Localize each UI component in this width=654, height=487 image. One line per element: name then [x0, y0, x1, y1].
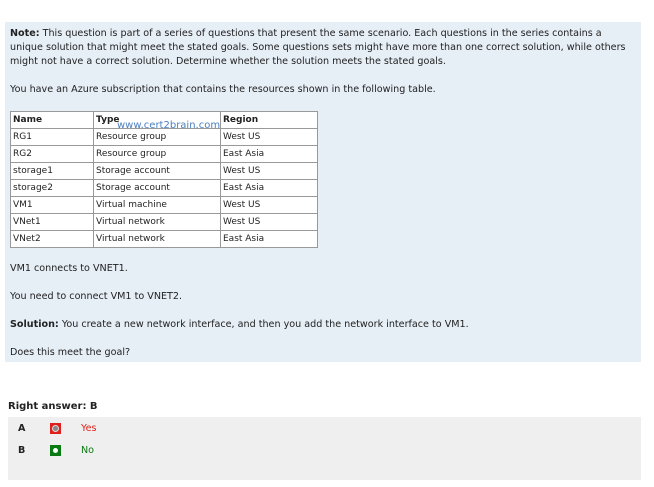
note: Note: This question is part of a series …: [10, 28, 626, 67]
table-row: storage1 Storage account West US: [10, 162, 318, 180]
table-cell: Virtual network: [93, 230, 221, 248]
answer-options: A Yes B No: [8, 417, 641, 480]
statement-1: VM1 connects to VNET1.: [10, 263, 128, 274]
statement-2: You need to connect VM1 to VNET2.: [10, 291, 183, 302]
table-cell: Resource group: [93, 145, 221, 163]
table-cell: East Asia: [220, 230, 318, 248]
table-cell: VNet2: [10, 230, 94, 248]
table-cell: Storage account: [93, 162, 221, 180]
table-cell: storage2: [10, 179, 94, 197]
question-panel: Note: This question is part of a series …: [5, 22, 641, 362]
option-letter: B: [18, 444, 26, 456]
table-row: VNet1 Virtual network West US: [10, 213, 318, 231]
table-row: VNet2 Virtual network East Asia: [10, 230, 318, 248]
table-cell: storage1: [10, 162, 94, 180]
table-row: VM1 Virtual machine West US: [10, 196, 318, 214]
table-row: RG2 Resource group East Asia: [10, 145, 318, 163]
option-text: No: [81, 444, 95, 456]
table-cell: Virtual network: [93, 213, 221, 231]
goal-question: Does this meet the goal?: [10, 347, 131, 358]
table-cell: VM1: [10, 196, 94, 214]
table-cell: Virtual machine: [93, 196, 221, 214]
option-letter: A: [18, 422, 26, 434]
table-row: storage2 Storage account East Asia: [10, 179, 318, 197]
resource-table: Name Type Region RG1 Resource group West US R…: [10, 111, 318, 248]
table-cell: East Asia: [220, 179, 318, 197]
right-answer: Right answer: B: [8, 401, 98, 412]
watermark: www.cert2brain.com: [117, 120, 221, 131]
radio-icon[interactable]: [50, 422, 61, 434]
solution: Solution: You create a new network inter…: [10, 319, 469, 330]
radio-icon[interactable]: [50, 444, 61, 456]
table-cell: RG1: [10, 128, 94, 146]
table-cell: East Asia: [220, 145, 318, 163]
table-cell: West US: [220, 162, 318, 180]
intro: You have an Azure subscription that cont…: [10, 84, 436, 95]
table-cell: Storage account: [93, 179, 221, 197]
table-cell: RG2: [10, 145, 94, 163]
option-text: Yes: [81, 422, 97, 434]
table-cell: West US: [220, 196, 318, 214]
table-cell: West US: [220, 213, 318, 231]
table-cell: VNet1: [10, 213, 94, 231]
table-cell: Resource group: [93, 128, 221, 146]
table-cell: West US: [220, 128, 318, 146]
table-row: RG1 Resource group West US: [10, 128, 318, 146]
